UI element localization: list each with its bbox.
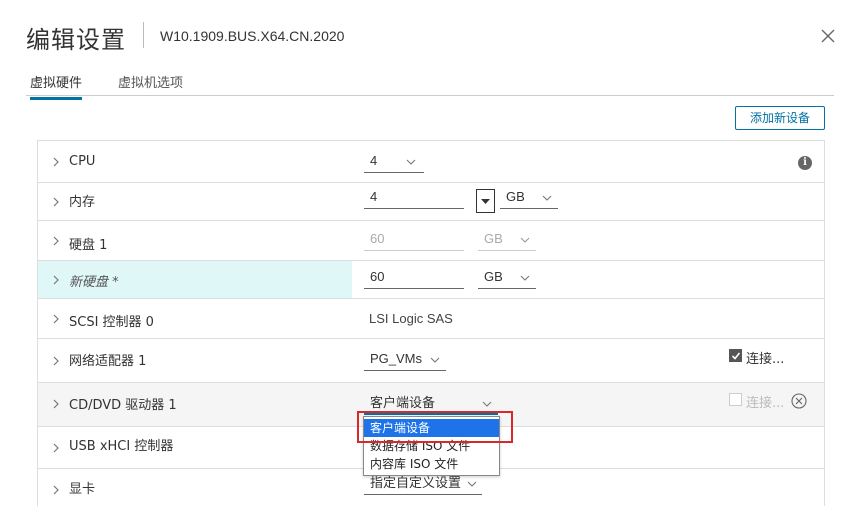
row-hard-disk-1: 硬盘 1 60 GB — [38, 221, 824, 261]
network-connect-label: 连接... — [746, 352, 785, 367]
chevron-right-icon[interactable] — [51, 197, 61, 207]
tab-virtual-hardware[interactable]: 虚拟硬件 — [30, 72, 83, 100]
check-icon — [731, 352, 741, 360]
video-card-value: 指定自定义设置 — [370, 475, 462, 490]
hard-disk-1-unit: GB — [484, 231, 503, 246]
scsi-controller-type: LSI Logic SAS — [369, 311, 453, 326]
chevron-right-icon[interactable] — [51, 314, 61, 324]
info-icon[interactable]: i — [798, 156, 812, 170]
row-memory: 内存 4 GB — [38, 183, 824, 221]
chevron-down-icon — [482, 401, 492, 407]
cpu-label: CPU — [69, 154, 96, 169]
chevron-down-icon — [406, 159, 416, 165]
chevron-right-icon[interactable] — [51, 443, 61, 453]
memory-unit-select[interactable]: GB — [500, 187, 558, 209]
chevron-right-icon[interactable] — [51, 399, 61, 409]
caret-down-icon — [481, 199, 490, 204]
memory-unit: GB — [506, 189, 525, 204]
tab-bar: 虚拟硬件 虚拟机选项 — [26, 68, 834, 100]
cpu-value: 4 — [370, 153, 378, 168]
cpu-select[interactable]: 4 — [364, 151, 424, 173]
scsi-controller-label: SCSI 控制器 0 — [69, 315, 154, 330]
chevron-down-icon — [430, 357, 440, 363]
network-value: PG_VMs — [370, 351, 423, 366]
cd-dvd-connect-label: 连接... — [746, 396, 785, 411]
chevron-down-icon — [542, 195, 552, 201]
network-adapter-label: 网络适配器 1 — [69, 354, 147, 369]
dialog-title: 编辑设置 — [26, 26, 126, 54]
new-hard-disk-size-input[interactable]: 60 — [364, 267, 464, 289]
network-select[interactable]: PG_VMs — [364, 349, 446, 371]
close-icon[interactable] — [818, 26, 838, 46]
usb-controller-label: USB xHCI 控制器 — [69, 439, 174, 454]
chevron-right-icon[interactable] — [51, 275, 61, 285]
new-hard-disk-unit: GB — [484, 269, 503, 284]
hard-disk-1-size-input[interactable]: 60 — [364, 229, 464, 251]
chevron-down-icon — [520, 275, 530, 281]
row-new-hard-disk: 新硬盘 * 60 GB — [38, 261, 824, 299]
chevron-down-icon — [467, 481, 477, 487]
hard-disk-1-unit-select[interactable]: GB — [478, 229, 536, 251]
network-connect-checkbox[interactable] — [729, 349, 742, 362]
cd-dvd-media-value: 客户端设备 — [370, 395, 436, 410]
chevron-right-icon[interactable] — [51, 236, 61, 246]
add-new-device-button[interactable]: 添加新设备 — [735, 106, 825, 130]
chevron-right-icon[interactable] — [51, 356, 61, 366]
hard-disk-1-label: 硬盘 1 — [69, 238, 108, 253]
row-cpu: CPU 4 i — [38, 141, 824, 183]
chevron-right-icon[interactable] — [51, 485, 61, 495]
option-content-library-iso[interactable]: 内容库 ISO 文件 — [364, 455, 499, 473]
row-scsi-controller: SCSI 控制器 0 LSI Logic SAS — [38, 299, 824, 339]
memory-label: 内存 — [69, 195, 96, 210]
memory-input[interactable]: 4 — [364, 187, 464, 209]
new-hard-disk-label: 新硬盘 * — [69, 275, 119, 290]
memory-dropdown-toggle[interactable] — [476, 189, 495, 213]
annotation-highlight-box — [357, 411, 513, 443]
chevron-down-icon — [520, 237, 530, 243]
remove-device-icon[interactable] — [791, 393, 807, 409]
video-card-label: 显卡 — [69, 482, 96, 497]
vm-name: W10.1909.BUS.X64.CN.2020 — [160, 28, 345, 44]
chevron-right-icon[interactable] — [51, 157, 61, 167]
new-hard-disk-unit-select[interactable]: GB — [478, 267, 536, 289]
row-network-adapter: 网络适配器 1 PG_VMs 连接... — [38, 339, 824, 383]
cd-dvd-connect-checkbox[interactable] — [729, 393, 742, 406]
video-card-select[interactable]: 指定自定义设置 — [364, 473, 482, 495]
title-divider — [143, 22, 144, 48]
cd-dvd-drive-label: CD/DVD 驱动器 1 — [69, 398, 177, 413]
tab-vm-options[interactable]: 虚拟机选项 — [118, 72, 183, 97]
